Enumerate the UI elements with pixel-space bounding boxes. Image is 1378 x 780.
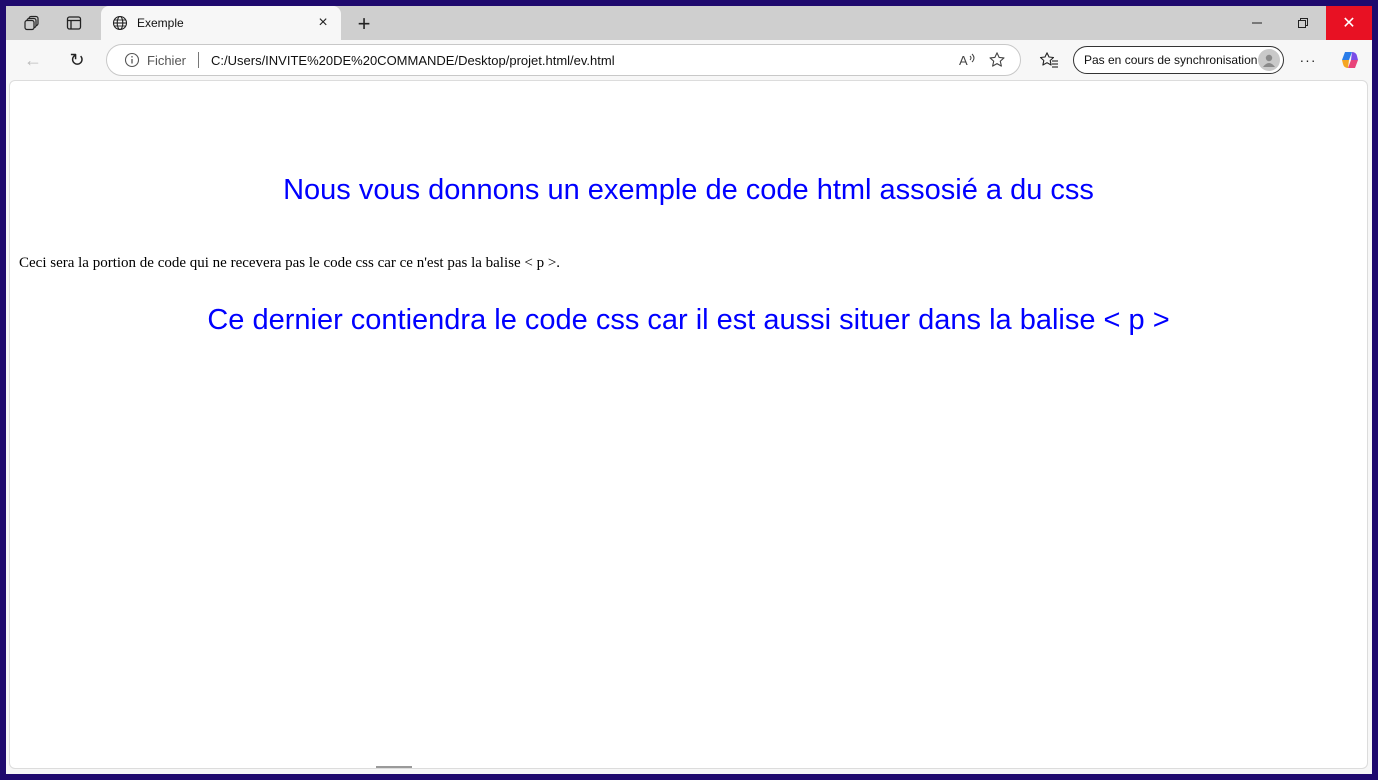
- new-tab-button[interactable]: +: [350, 10, 378, 38]
- address-separator: [198, 52, 200, 68]
- address-url[interactable]: C:/Users/INVITE%20DE%20COMMANDE/Desktop/…: [211, 53, 952, 68]
- sync-status-label: Pas en cours de synchronisation: [1084, 53, 1258, 67]
- info-icon[interactable]: [123, 51, 141, 69]
- favorites-icon[interactable]: [1034, 45, 1064, 75]
- tab-actions-icon[interactable]: [56, 9, 92, 37]
- globe-icon: [111, 14, 129, 32]
- workspaces-icon[interactable]: [14, 9, 50, 37]
- browser-window: Exemple × + ✕ ← ↻ Fichier C:/Users/INVIT…: [6, 6, 1372, 774]
- heading-example: Nous vous donnons un exemple de code htm…: [283, 174, 1094, 206]
- taskbar-indicator-small: [376, 766, 412, 768]
- profile-sync-button[interactable]: Pas en cours de synchronisation: [1073, 46, 1284, 74]
- minimize-button[interactable]: [1234, 6, 1280, 40]
- tab-bar: Exemple × + ✕: [6, 6, 1372, 40]
- close-window-button[interactable]: ✕: [1326, 6, 1372, 40]
- heading-css-paragraph: Ce dernier contiendra le code css car il…: [207, 304, 1170, 336]
- favorite-star-icon[interactable]: [982, 45, 1012, 75]
- read-aloud-icon[interactable]: A: [952, 45, 982, 75]
- back-button[interactable]: ←: [18, 45, 48, 75]
- browser-toolbar: ← ↻ Fichier C:/Users/INVITE%20DE%20COMMA…: [6, 40, 1372, 80]
- copilot-icon[interactable]: [1335, 45, 1365, 75]
- address-bar[interactable]: Fichier C:/Users/INVITE%20DE%20COMMANDE/…: [106, 44, 1021, 76]
- tab-exemple[interactable]: Exemple ×: [101, 6, 341, 40]
- paragraph-plain: Ceci sera la portion de code qui ne rece…: [19, 255, 561, 271]
- address-scheme-label: Fichier: [147, 52, 187, 68]
- close-tab-icon[interactable]: ×: [311, 11, 335, 35]
- more-menu-button[interactable]: ···: [1293, 45, 1323, 75]
- svg-text:A: A: [959, 53, 968, 68]
- reload-button[interactable]: ↻: [62, 45, 92, 75]
- tab-title: Exemple: [137, 16, 184, 30]
- restore-button[interactable]: [1280, 6, 1326, 40]
- page-viewport: Nous vous donnons un exemple de code htm…: [9, 80, 1368, 769]
- taskbar-indicator: [42, 766, 300, 768]
- avatar: [1258, 49, 1280, 71]
